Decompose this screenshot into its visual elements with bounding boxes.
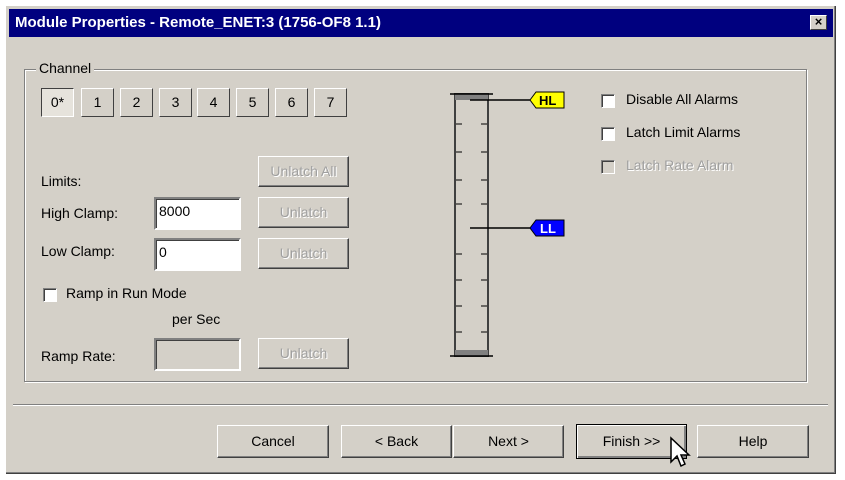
limits-heading: Limits: (41, 173, 82, 189)
mouse-cursor-icon (670, 436, 691, 468)
tab-channel-0[interactable]: 0* (41, 88, 74, 117)
high-clamp-input[interactable]: 8000 (154, 197, 241, 230)
ramp-in-run-mode-label[interactable]: Ramp in Run Mode (66, 285, 187, 301)
tab-channel-6[interactable]: 6 (275, 88, 308, 117)
disable-all-alarms-checkbox[interactable] (601, 94, 615, 108)
tab-channel-4[interactable]: 4 (197, 88, 230, 117)
window-title: Module Properties - Remote_ENET:3 (1756-… (15, 14, 381, 31)
ramp-rate-label: Ramp Rate: (41, 348, 116, 364)
next-button[interactable]: Next > (453, 425, 564, 458)
latch-limit-alarms-checkbox[interactable] (601, 127, 615, 141)
channel-legend: Channel (36, 60, 95, 76)
ramp-in-run-mode-checkbox[interactable] (43, 288, 57, 302)
close-button[interactable]: × (810, 15, 827, 30)
tab-channel-5[interactable]: 5 (236, 88, 269, 117)
tab-channel-3[interactable]: 3 (159, 88, 192, 117)
help-button[interactable]: Help (697, 425, 809, 458)
high-clamp-unlatch-button[interactable]: Unlatch (258, 197, 349, 228)
tab-channel-2[interactable]: 2 (120, 88, 153, 117)
low-clamp-unlatch-button[interactable]: Unlatch (258, 238, 349, 269)
back-button[interactable]: < Back (341, 425, 452, 458)
low-limit-marker-label: LL (540, 221, 556, 236)
latch-rate-alarm-label[interactable]: Latch Rate Alarm (626, 157, 733, 173)
disable-all-alarms-label[interactable]: Disable All Alarms (626, 91, 738, 107)
high-clamp-label: High Clamp: (41, 205, 119, 221)
tab-channel-1[interactable]: 1 (81, 88, 114, 117)
per-sec-label: per Sec (172, 311, 221, 327)
ramp-rate-unlatch-button[interactable]: Unlatch (258, 338, 349, 369)
latch-limit-alarms-label[interactable]: Latch Limit Alarms (626, 124, 740, 140)
title-bar[interactable]: Module Properties - Remote_ENET:3 (1756-… (9, 9, 833, 37)
latch-rate-alarm-checkbox[interactable] (601, 160, 615, 174)
tab-channel-7[interactable]: 7 (314, 88, 347, 117)
ramp-rate-input[interactable] (154, 338, 241, 371)
low-clamp-label: Low Clamp: (41, 243, 115, 259)
unlatch-all-button[interactable]: Unlatch All (258, 156, 349, 187)
footer-divider (13, 404, 828, 406)
low-clamp-input[interactable]: 0 (154, 238, 241, 271)
limit-gauge: HL LL (450, 91, 565, 357)
cancel-button[interactable]: Cancel (217, 425, 329, 458)
high-limit-marker-label: HL (539, 93, 556, 108)
